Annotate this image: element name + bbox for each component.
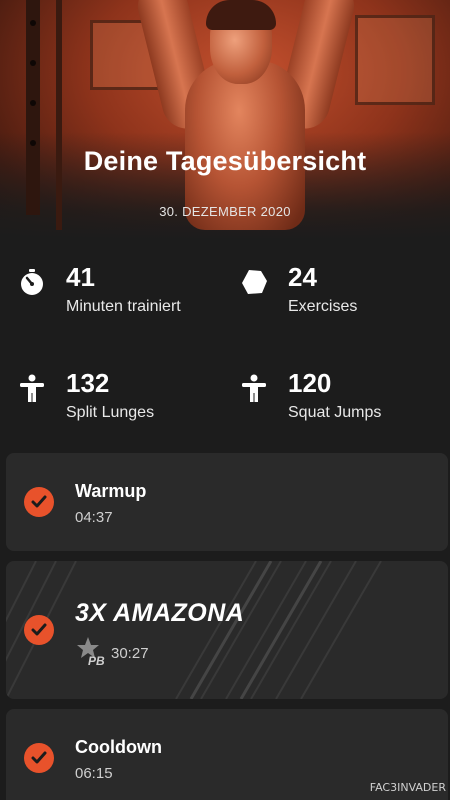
page-title: Deine Tagesübersicht xyxy=(83,146,367,176)
completed-check-icon xyxy=(24,487,54,517)
workout-card-warmup[interactable]: Warmup 04:37 xyxy=(6,453,448,551)
date-label: 30. DEZEMBER 2020 xyxy=(159,204,291,219)
background-window xyxy=(355,15,435,105)
workout-name: Cooldown xyxy=(75,737,162,757)
exercises-hexagon-icon xyxy=(242,270,267,294)
stat-value: 132 xyxy=(66,368,110,398)
workout-name: Warmup xyxy=(75,481,147,501)
stat-squat-jumps: 120 Squat Jumps xyxy=(240,368,450,438)
personal-best-star-icon: PB xyxy=(77,637,105,666)
stat-minutes: 41 Minuten trainiert xyxy=(18,262,228,332)
completed-check-icon xyxy=(24,615,54,645)
person-icon xyxy=(242,374,266,402)
stat-label: Minuten trainiert xyxy=(66,298,181,315)
workout-time: 04:37 xyxy=(75,509,113,526)
rig-beam xyxy=(56,0,62,230)
stat-label: Split Lunges xyxy=(66,404,155,421)
stat-value: 41 xyxy=(66,262,95,292)
stat-exercises: 24 Exercises xyxy=(240,262,450,332)
stat-value: 120 xyxy=(288,368,332,398)
stopwatch-icon xyxy=(21,269,43,295)
personal-best-badge: PB xyxy=(88,654,105,666)
workout-time: 30:27 xyxy=(111,645,149,662)
stat-label: Exercises xyxy=(288,298,358,315)
athlete-hair xyxy=(206,0,276,30)
completed-check-icon xyxy=(24,743,54,773)
watermark: FAC3INVADER xyxy=(369,781,446,794)
person-icon xyxy=(20,374,44,402)
workout-time: 06:15 xyxy=(75,765,113,782)
stat-label: Squat Jumps xyxy=(288,404,382,421)
stat-value: 24 xyxy=(288,262,317,292)
stat-split-lunges: 132 Split Lunges xyxy=(18,368,228,438)
decorative-stripes xyxy=(6,561,382,699)
workout-name: 3X AMAZONA xyxy=(75,599,245,627)
rig-post xyxy=(26,0,40,215)
workout-card-amazona[interactable]: 3X AMAZONA PB 30:27 xyxy=(6,561,448,699)
